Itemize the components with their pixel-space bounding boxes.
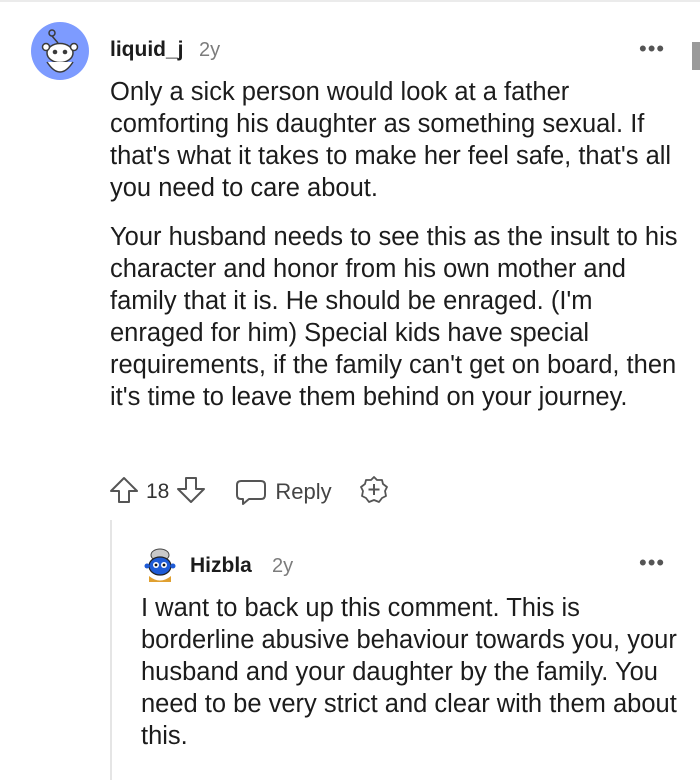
award-button[interactable]	[358, 474, 390, 511]
top-divider	[0, 0, 700, 2]
snoo-avatar-icon	[31, 22, 89, 80]
upvote-arrow-icon	[110, 476, 138, 503]
downvote-button[interactable]	[175, 475, 207, 510]
comment-timestamp: 2y	[199, 39, 221, 61]
comment-body: Only a sick person would look at a fathe…	[110, 76, 685, 430]
comment-timestamp: 2y	[272, 555, 294, 577]
snoo-avatar-icon	[141, 546, 179, 584]
scrollbar-thumb[interactable]	[692, 42, 700, 70]
award-plus-icon	[359, 475, 388, 503]
comment-paragraph: Your husband needs to see this as the in…	[110, 223, 678, 411]
avatar[interactable]	[140, 545, 180, 585]
vote-count: 18	[146, 480, 170, 503]
comment-body: I want to back up this comment. This is …	[141, 592, 681, 752]
reply-button[interactable]: Reply	[235, 478, 332, 506]
comment-author[interactable]: Hizbla	[190, 554, 252, 578]
comment-paragraph: Only a sick person would look at a fathe…	[110, 78, 672, 202]
upvote-button[interactable]	[108, 475, 140, 510]
reply-label: Reply	[275, 479, 332, 504]
comment-actions: 18 Reply	[108, 474, 390, 510]
more-options-button[interactable]: •••	[639, 36, 665, 62]
more-options-button[interactable]: •••	[639, 550, 665, 576]
comment-author[interactable]: liquid_j	[110, 38, 184, 62]
chat-bubble-icon	[236, 480, 267, 505]
avatar[interactable]	[31, 22, 89, 80]
downvote-arrow-icon	[177, 476, 206, 503]
comment-paragraph: I want to back up this comment. This is …	[141, 594, 677, 750]
thread-line[interactable]	[110, 520, 112, 780]
